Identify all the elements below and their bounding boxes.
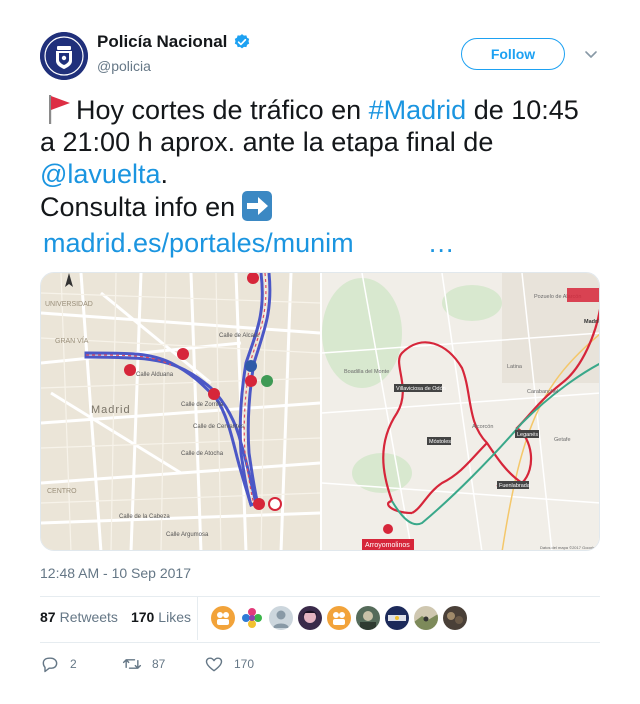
photo-avatar-icon bbox=[360, 611, 376, 630]
svg-text:Leganés: Leganés bbox=[517, 432, 538, 438]
tweet-text: Hoy cortes de tráfico en #Madrid de 10:4… bbox=[40, 93, 610, 259]
default-avatar-icon bbox=[273, 610, 289, 628]
url-ellipsis[interactable]: … bbox=[428, 228, 455, 258]
hashtag-link[interactable]: #Madrid bbox=[369, 95, 467, 125]
reply-icon bbox=[42, 657, 58, 673]
tweet-stats: 87 Retweets 170 Likes bbox=[40, 609, 204, 625]
liker-avatar[interactable] bbox=[356, 606, 380, 630]
mention-link[interactable]: @lavuelta bbox=[40, 159, 160, 189]
tweet-line-3: @lavuelta. bbox=[40, 158, 610, 190]
like-button[interactable]: 170 bbox=[204, 654, 254, 674]
policia-badge-icon bbox=[40, 32, 88, 80]
svg-text:Boadilla del Monte: Boadilla del Monte bbox=[344, 369, 389, 375]
liker-avatar[interactable] bbox=[269, 606, 293, 630]
triangular-flag-emoji-icon bbox=[49, 95, 70, 124]
liker-avatar[interactable] bbox=[298, 606, 322, 630]
user-name-row[interactable]: Policía Nacional bbox=[97, 32, 251, 52]
reply-button[interactable]: 2 bbox=[40, 654, 122, 674]
reply-count: 2 bbox=[70, 657, 77, 671]
likes-label: Likes bbox=[158, 609, 191, 625]
user-avatar[interactable] bbox=[40, 32, 88, 80]
divider-top bbox=[40, 596, 600, 597]
likers-avatars bbox=[211, 606, 472, 630]
map-image-city-center[interactable]: Madrid UNIVERSIDAD CENTRO GRAN VÍA Calle… bbox=[41, 273, 321, 550]
tweet-card: Policía Nacional @policia Follow Hoy cor… bbox=[0, 0, 640, 704]
svg-text:Madrid: Madrid bbox=[584, 319, 600, 325]
tweet-url-line: madrid.es/portales/munim … bbox=[43, 227, 610, 259]
liker-avatar[interactable] bbox=[211, 606, 235, 630]
svg-text:Calle de Atocha: Calle de Atocha bbox=[181, 451, 224, 457]
retweet-button[interactable]: 87 bbox=[122, 654, 204, 674]
url-link[interactable]: madrid.es/portales/munim bbox=[43, 228, 354, 258]
divider-bottom bbox=[40, 642, 600, 643]
tweet-timestamp[interactable]: 12:48 AM - 10 Sep 2017 bbox=[40, 565, 191, 581]
liker-avatar[interactable] bbox=[327, 606, 351, 630]
follow-button[interactable]: Follow bbox=[461, 38, 565, 70]
photo-avatar-icon bbox=[303, 610, 317, 623]
tweet-text-segment: Consulta info en bbox=[40, 192, 236, 222]
people-icon bbox=[333, 612, 345, 625]
chevron-down-icon[interactable] bbox=[583, 46, 599, 62]
display-name[interactable]: Policía Nacional bbox=[97, 32, 227, 52]
tweet-text-segment: de 10:45 bbox=[466, 95, 579, 125]
tweet-line-1: Hoy cortes de tráfico en #Madrid de 10:4… bbox=[40, 93, 610, 126]
svg-text:GRAN VÍA: GRAN VÍA bbox=[55, 336, 89, 345]
liker-avatar[interactable] bbox=[414, 606, 438, 630]
svg-text:Calle Argumosa: Calle Argumosa bbox=[166, 532, 209, 538]
tweet-line-4: Consulta info en bbox=[40, 190, 610, 223]
right-arrow-emoji-icon bbox=[242, 191, 273, 221]
city-map-drawing: Madrid UNIVERSIDAD CENTRO GRAN VÍA Calle… bbox=[41, 273, 321, 550]
photo-avatar-icon bbox=[447, 612, 463, 624]
retweet-count: 87 bbox=[152, 657, 166, 671]
tweet-line-2: a 21:00 h aprox. ante la etapa final de bbox=[40, 127, 494, 157]
retweets-count: 87 bbox=[40, 609, 56, 625]
heart-icon bbox=[205, 657, 223, 672]
svg-text:Villaviciosa de Odón: Villaviciosa de Odón bbox=[396, 386, 446, 392]
svg-text:Alcorcón: Alcorcón bbox=[472, 424, 493, 430]
user-handle[interactable]: @policia bbox=[97, 58, 151, 74]
svg-text:Calle de Cervantes: Calle de Cervantes bbox=[193, 424, 244, 430]
svg-text:Calle de Zorrilla: Calle de Zorrilla bbox=[181, 402, 224, 408]
map-image-regional-route[interactable]: Villaviciosa de Odón Móstoles Leganés Fu… bbox=[321, 273, 600, 550]
svg-text:Calle de la Cabeza: Calle de la Cabeza bbox=[119, 514, 170, 520]
liker-avatar[interactable] bbox=[443, 606, 467, 630]
like-count: 170 bbox=[234, 657, 255, 671]
svg-text:Calle de Alcalá: Calle de Alcalá bbox=[219, 333, 259, 339]
retweets-label: Retweets bbox=[59, 609, 118, 625]
tweet-text-segment: Hoy cortes de tráfico en bbox=[76, 95, 369, 125]
svg-text:Fuenlabrada: Fuenlabrada bbox=[499, 483, 531, 489]
likes-count: 170 bbox=[130, 609, 155, 625]
liker-avatar[interactable] bbox=[240, 606, 264, 630]
flower-icon bbox=[242, 608, 262, 628]
tweet-actions: 2 87 170 bbox=[40, 654, 254, 674]
map-city-label: Madrid bbox=[91, 404, 131, 416]
retweet-icon bbox=[122, 659, 142, 669]
svg-text:UNIVERSIDAD: UNIVERSIDAD bbox=[45, 301, 93, 308]
svg-text:Móstoles: Móstoles bbox=[429, 439, 451, 445]
photo-avatar-icon bbox=[414, 614, 438, 630]
likes-stat[interactable]: 170 Likes bbox=[131, 609, 191, 625]
svg-text:Getafe: Getafe bbox=[554, 437, 571, 443]
svg-text:Carabanchel: Carabanchel bbox=[527, 389, 558, 395]
people-icon bbox=[217, 612, 229, 625]
route-start-label: Arroyomolinos bbox=[365, 542, 410, 549]
stats-separator bbox=[197, 596, 198, 640]
svg-text:Latina: Latina bbox=[507, 364, 523, 370]
verified-badge-icon bbox=[235, 34, 250, 49]
tweet-text-segment: . bbox=[160, 159, 168, 189]
svg-text:Calle Alduana: Calle Alduana bbox=[136, 372, 174, 378]
regional-map-drawing: Villaviciosa de Odón Móstoles Leganés Fu… bbox=[321, 273, 600, 550]
retweets-stat[interactable]: 87 Retweets bbox=[40, 609, 118, 625]
svg-text:Datos del mapa ©2017 Google, I: Datos del mapa ©2017 Google, Inst. bbox=[540, 545, 600, 550]
media-gallery[interactable]: Madrid UNIVERSIDAD CENTRO GRAN VÍA Calle… bbox=[40, 272, 600, 551]
liker-avatar[interactable] bbox=[385, 606, 409, 630]
team-logo-icon bbox=[388, 615, 406, 621]
svg-text:CENTRO: CENTRO bbox=[47, 488, 77, 495]
